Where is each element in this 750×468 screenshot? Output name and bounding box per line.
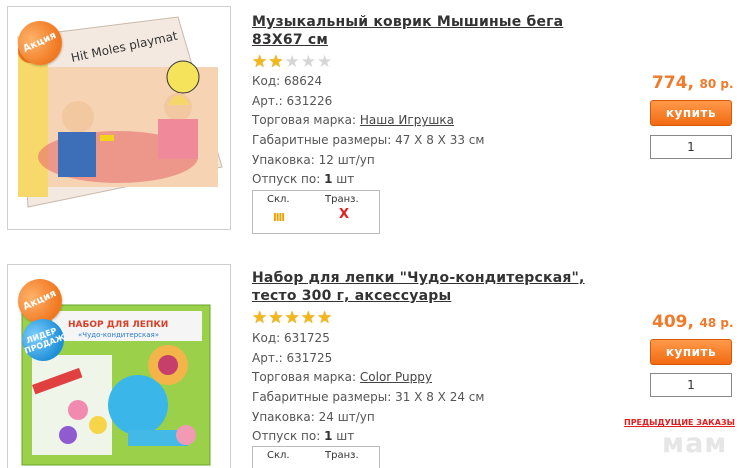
product-card: НАБОР ДЛЯ ЛЕПКИ «Чудо-кондитерская» Акци… [0,262,750,468]
transit-unavailable-icon: X [339,207,350,222]
watermark-logo: мам [662,428,728,459]
product-title-link[interactable]: Набор для лепки "Чудо-кондитерская", тес… [252,269,592,305]
product-image[interactable]: НАБОР ДЛЯ ЛЕПКИ «Чудо-кондитерская» Акци… [7,264,231,468]
price-main: 409, [652,312,694,332]
product-pack: Упаковка: 24 шт/уп [252,409,375,424]
price-main: 774, [652,73,694,93]
price: 409, 48 р. [652,312,740,332]
star-icon: ★ [284,308,300,328]
product-info: Код: 631725 Арт.: 631725 Торговая марка:… [252,329,484,447]
product-title-link[interactable]: Музыкальный коврик Мышиные бега 83Х67 см [252,13,592,49]
stock-header-warehouse: Скл. [267,194,290,205]
product-article: Арт.: 631226 [252,93,333,108]
product-dimensions: Габаритные размеры: 47 X 8 X 33 см [252,133,485,148]
star-icon: ★ [284,52,300,72]
star-icon: ★ [252,52,268,72]
product-brand-row: Торговая марка: Наша Игрушка [252,111,484,131]
rating-stars: ★ ★ ★ ★ ★ [252,54,332,71]
brand-link[interactable]: Color Puppy [360,370,432,384]
brand-link[interactable]: Наша Игрушка [360,113,454,127]
star-icon: ★ [317,308,333,328]
product-brand-row: Торговая марка: Color Puppy [252,368,484,388]
star-icon: ★ [300,308,316,328]
rating-stars: ★ ★ ★ ★ ★ [252,310,332,327]
release-label: Отпуск по: [252,172,325,187]
product-code: Код: 631725 [252,331,330,345]
stock-table: Скл. Транз. [252,446,380,468]
quantity-input[interactable] [650,135,732,159]
product-card: Hit Moles playmat Акция Музыкальный ковр… [0,0,750,250]
product-dimensions: Габаритные размеры: 31 X 8 X 24 см [252,390,485,405]
stock-header-transit: Транз. [325,450,359,461]
product-code: Код: 68624 [252,74,323,88]
product-release: Отпуск по: 1 шт [252,170,484,190]
stock-header-warehouse: Скл. [267,450,290,461]
star-icon: ★ [317,52,333,72]
price-kopecks: 80 р. [699,77,734,91]
star-icon: ★ [252,308,268,328]
stock-bars-icon: llll [273,211,285,224]
star-icon: ★ [268,308,284,328]
star-icon: ★ [268,52,284,72]
star-icon: ★ [300,52,316,72]
product-image[interactable]: Hit Moles playmat Акция [7,6,231,230]
release-unit: шт [332,172,355,187]
product-info: Код: 68624 Арт.: 631226 Торговая марка: … [252,72,484,190]
stock-header-transit: Транз. [325,194,359,205]
price-kopecks: 48 р. [699,316,734,330]
brand-label: Торговая марка: [252,370,360,385]
price: 774, 80 р. [652,73,740,93]
previous-orders-link[interactable]: ПРЕДЫДУЩИЕ ЗАКАЗЫ [624,418,735,427]
quantity-input[interactable] [650,373,732,397]
brand-label: Торговая марка: [252,113,360,128]
release-label: Отпуск по: [252,429,325,444]
stock-table: Скл. Транз. llll X [252,190,380,234]
svg-text:«Чудо-кондитерская»: «Чудо-кондитерская» [78,331,159,339]
product-article: Арт.: 631725 [252,350,333,365]
svg-text:НАБОР ДЛЯ ЛЕПКИ: НАБОР ДЛЯ ЛЕПКИ [68,320,168,330]
product-pack: Упаковка: 12 шт/уп [252,152,375,167]
buy-button[interactable]: купить [650,339,732,365]
product-release: Отпуск по: 1 шт [252,427,484,447]
release-unit: шт [332,429,355,444]
buy-button[interactable]: купить [650,100,732,126]
